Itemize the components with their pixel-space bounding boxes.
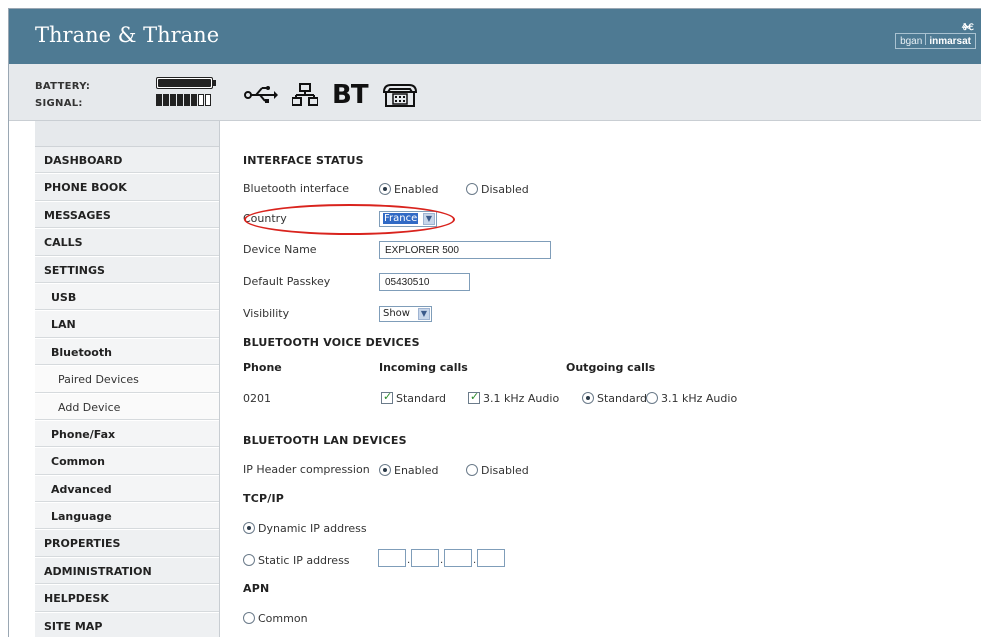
status-bar: BATTERY: SIGNAL: BT [9,64,981,121]
ip-octet-1[interactable] [378,549,406,567]
signal-bar [177,94,183,106]
sidebar-item-site-map[interactable]: SITE MAP [35,612,219,637]
sidebar-item-phone-book[interactable]: PHONE BOOK [35,174,219,202]
lan-icon [292,83,318,106]
signal-bar [205,94,211,106]
sidebar-item-helpdesk[interactable]: HELPDESK [35,585,219,613]
bgan-inmarsat-logo: bgan inmarsat [895,33,976,49]
tcpip-heading: TCP/IP [243,492,285,505]
sidebar-item-bluetooth[interactable]: Bluetooth [35,338,219,367]
ip-octet-2[interactable] [411,549,439,567]
ip-dot: . [440,555,444,566]
signal-bar [191,94,197,106]
sidebar-item-lan[interactable]: LAN [35,311,219,339]
lan-devices-heading: BLUETOOTH LAN DEVICES [243,434,407,447]
visibility-select[interactable]: Show ▼ [379,306,432,322]
signal-bar [163,94,169,106]
ip-header-disabled-radio[interactable]: Disabled [466,464,529,477]
sidebar-item-phone-fax[interactable]: Phone/Fax [35,420,219,449]
bt-disabled-radio[interactable]: Disabled [466,183,529,196]
sidebar-item-properties[interactable]: PROPERTIES [35,530,219,558]
visibility-label: Visibility [243,307,290,320]
sidebar-item-add-device[interactable]: Add Device [35,393,219,421]
sidebar-item-calls[interactable]: CALLS [35,229,219,257]
signal-label: SIGNAL: [35,98,83,109]
battery-label: BATTERY: [35,81,91,92]
apn-common-radio[interactable]: Common [243,612,308,625]
passkey-input[interactable] [379,273,470,291]
sidebar-item-language[interactable]: Language [35,503,219,531]
interface-icons: BT [244,82,418,108]
app-frame: Thrane & Thrane Ⱙ bgan inmarsat BATTERY: … [8,8,981,637]
sidebar-item-dashboard[interactable]: DASHBOARD [35,147,219,175]
phone-fax-icon [382,84,417,107]
ip-header-label: IP Header compression [243,463,370,476]
sidebar-item-paired-devices[interactable]: Paired Devices [35,366,219,394]
app-header: Thrane & Thrane Ⱙ bgan inmarsat [9,9,981,64]
apn-heading: APN [243,582,270,595]
chevron-down-icon: ▼ [418,308,430,320]
col-phone: Phone [243,361,282,374]
passkey-label: Default Passkey [243,275,331,288]
satellite-wave-icon: Ⱙ [961,22,974,33]
brand-logo: Thrane & Thrane [35,23,220,47]
sidebar-item-administration[interactable]: ADMINISTRATION [35,557,219,586]
bt-interface-label: Bluetooth interface [243,182,349,195]
bt-enabled-radio[interactable]: Enabled [379,183,438,196]
battery-icon [156,77,213,89]
highlight-annotation [244,204,455,235]
col-incoming: Incoming calls [379,361,468,374]
signal-bar [198,94,204,106]
dynamic-ip-radio[interactable]: Dynamic IP address [243,522,367,535]
signal-bar [184,94,190,106]
outgoing-audio-radio[interactable]: 3.1 kHz Audio [646,392,737,405]
sidebar-item-advanced[interactable]: Advanced [35,475,219,504]
static-ip-fields: . . . [378,549,508,567]
incoming-audio-checkbox[interactable]: 3.1 kHz Audio [468,390,559,405]
ip-octet-3[interactable] [444,549,472,567]
sidebar-item-usb[interactable]: USB [35,283,219,312]
sidebar-nav: DASHBOARD PHONE BOOK MESSAGES CALLS SETTINGS… [35,121,220,637]
signal-strength-icon [156,94,211,106]
ip-dot: . [407,555,411,566]
usb-icon [244,86,278,103]
ip-header-enabled-radio[interactable]: Enabled [379,464,438,477]
sidebar-item-common[interactable]: Common [35,448,219,476]
interface-status-heading: INTERFACE STATUS [243,154,364,167]
col-outgoing: Outgoing calls [566,361,656,374]
phone-id: 0201 [243,392,271,405]
signal-bar [156,94,162,106]
ip-octet-4[interactable] [477,549,505,567]
incoming-standard-checkbox[interactable]: Standard [381,390,446,405]
outgoing-standard-radio[interactable]: Standard [582,392,647,405]
static-ip-radio[interactable]: Static IP address [243,554,350,567]
bluetooth-icon: BT [332,80,369,110]
device-name-input[interactable] [379,241,551,259]
device-name-label: Device Name [243,243,317,256]
ip-dot: . [473,555,477,566]
sidebar-item-messages[interactable]: MESSAGES [35,201,219,230]
voice-devices-heading: BLUETOOTH VOICE DEVICES [243,336,420,349]
sidebar-item-settings[interactable]: SETTINGS [35,256,219,284]
signal-bar [170,94,176,106]
settings-panel: INTERFACE STATUS Bluetooth interface Ena… [221,121,981,637]
